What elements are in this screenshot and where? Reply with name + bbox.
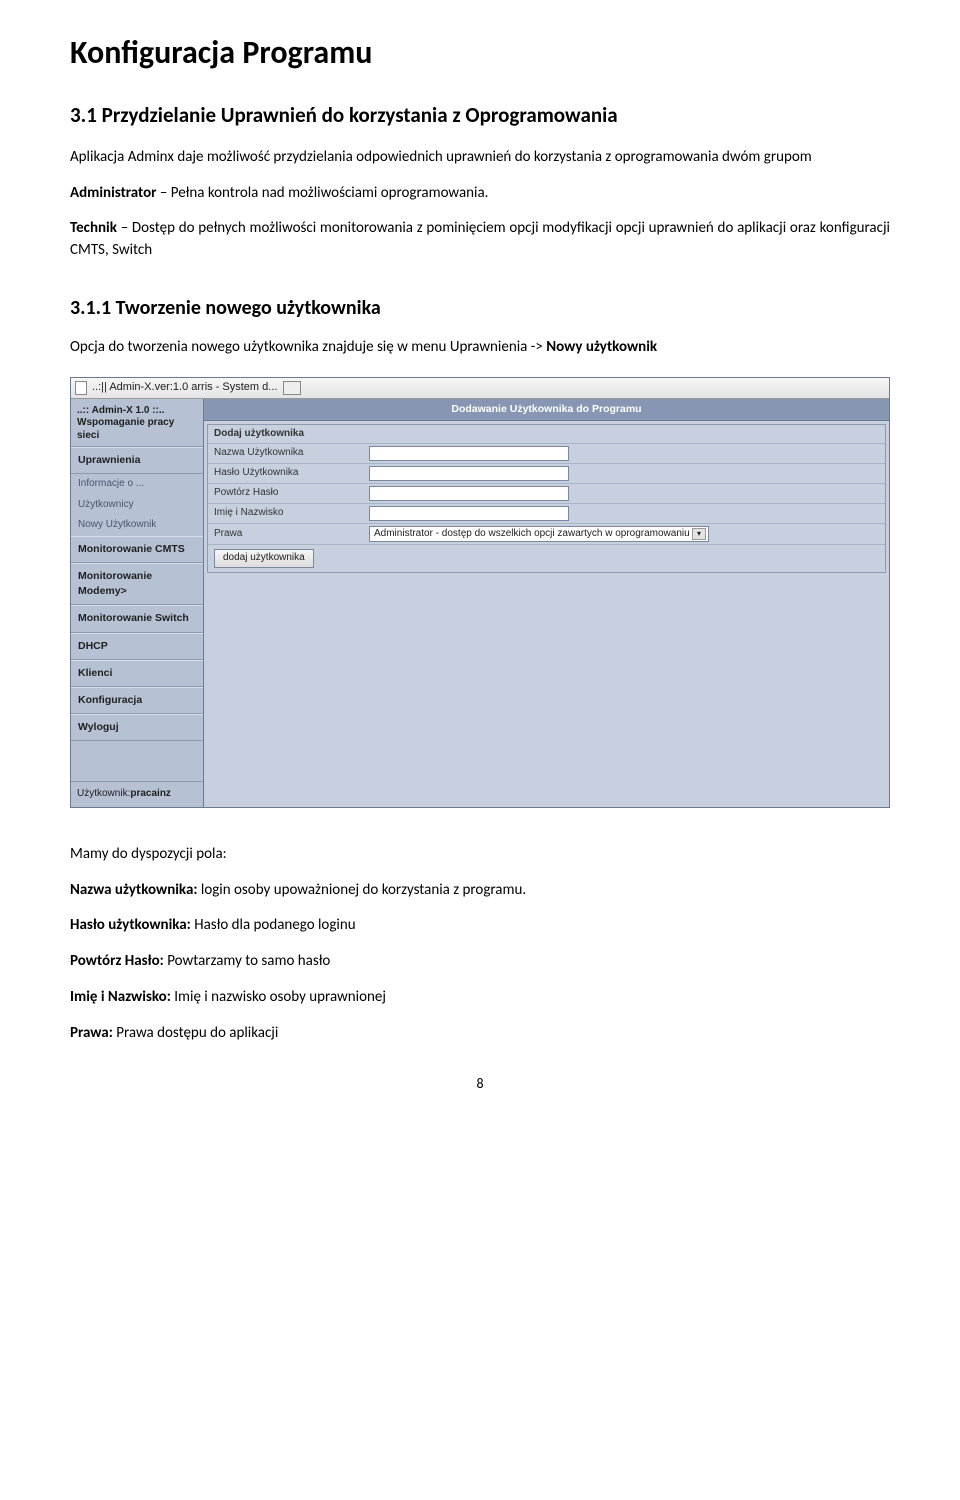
- field-desc: Powtórz Hasło: Powtarzamy to samo hasło: [70, 951, 890, 973]
- sidebar-subitem-uzytkownicy[interactable]: Użytkownicy: [71, 495, 203, 516]
- form-area: Dodaj użytkownika Nazwa Użytkownika Hasł…: [207, 424, 886, 573]
- field-text: Powtarzamy to samo hasło: [164, 952, 331, 970]
- add-user-button[interactable]: dodaj użytkownika: [214, 549, 314, 568]
- blank-area: [204, 576, 889, 716]
- field-name: Powtórz Hasło:: [70, 952, 164, 970]
- window-titlebar: ..:|| Admin-X.ver:1.0 arris - System d..…: [71, 378, 889, 399]
- paragraph: Technik – Dostęp do pełnych możliwości m…: [70, 218, 890, 262]
- term-administrator: Administrator: [70, 184, 157, 202]
- app-screenshot: ..:|| Admin-X.ver:1.0 arris - System d..…: [70, 377, 890, 808]
- field-desc: Imię i Nazwisko: Imię i nazwisko osoby u…: [70, 987, 890, 1009]
- label-nazwa: Nazwa Użytkownika: [214, 446, 369, 461]
- text: Opcja do tworzenia nowego użytkownika zn…: [70, 338, 546, 356]
- brand-block: ..:: Admin-X 1.0 ::.. Wspomaganie pracy …: [71, 399, 203, 448]
- input-imie[interactable]: [369, 506, 569, 521]
- brand-subtitle: Wspomaganie pracy sieci: [77, 417, 197, 442]
- chevron-down-icon[interactable]: ▾: [692, 528, 706, 540]
- input-powtorz[interactable]: [369, 486, 569, 501]
- section-heading: 3.1 Przydzielanie Uprawnień do korzystan…: [70, 100, 890, 130]
- field-desc: Nazwa użytkownika: login osoby upoważnio…: [70, 880, 890, 902]
- sidebar-item-klienci[interactable]: Klienci: [71, 660, 203, 687]
- form-header: Dodaj użytkownika: [214, 427, 369, 442]
- select-value: Administrator - dostęp do wszelkich opcj…: [374, 527, 692, 542]
- page-number: 8: [70, 1074, 890, 1094]
- sidebar-item-uprawnienia[interactable]: Uprawnienia: [71, 447, 203, 474]
- field-text: Imię i nazwisko osoby uprawnionej: [171, 988, 386, 1006]
- text: – Dostęp do pełnych możliwości monitorow…: [70, 219, 890, 259]
- main-panel: Dodawanie Użytkownika do Programu Dodaj …: [204, 399, 889, 807]
- sidebar: ..:: Admin-X 1.0 ::.. Wspomaganie pracy …: [71, 399, 204, 807]
- window-title: ..:|| Admin-X.ver:1.0 arris - System d..…: [92, 380, 277, 396]
- sidebar-item-modemy[interactable]: Monitorowanie Modemy>: [71, 563, 203, 605]
- subsection-heading: 3.1.1 Tworzenie nowego użytkownika: [70, 294, 890, 323]
- sidebar-footer: Użytkownik:pracainz: [71, 781, 203, 807]
- footer-label: Użytkownik:: [77, 788, 130, 799]
- text: – Pełna kontrola nad możliwościami oprog…: [157, 184, 489, 202]
- sidebar-item-wyloguj[interactable]: Wyloguj: [71, 714, 203, 741]
- field-text: Hasło dla podanego loginu: [191, 916, 356, 934]
- sidebar-subitem-nowy-uzytkownik[interactable]: Nowy Użytkownik: [71, 515, 203, 536]
- label-haslo: Hasło Użytkownika: [214, 466, 369, 481]
- sidebar-item-konfiguracja[interactable]: Konfiguracja: [71, 687, 203, 714]
- field-name: Prawa:: [70, 1024, 113, 1042]
- label-powtorz: Powtórz Hasło: [214, 486, 369, 501]
- input-haslo[interactable]: [369, 466, 569, 481]
- field-desc: Prawa: Prawa dostępu do aplikacji: [70, 1023, 890, 1045]
- sidebar-subitem-info[interactable]: Informacje o ...: [71, 474, 203, 495]
- field-desc: Hasło użytkownika: Hasło dla podanego lo…: [70, 915, 890, 937]
- footer-username: pracainz: [130, 788, 171, 799]
- paragraph: Opcja do tworzenia nowego użytkownika zn…: [70, 337, 890, 359]
- label-imie: Imię i Nazwisko: [214, 506, 369, 521]
- document-icon: [75, 381, 87, 395]
- menu-path-target: Nowy użytkownik: [546, 338, 657, 356]
- brand-title: ..:: Admin-X 1.0 ::..: [77, 405, 197, 418]
- paragraph: Administrator – Pełna kontrola nad możli…: [70, 183, 890, 205]
- field-text: login osoby upoważnionej do korzystania …: [198, 881, 527, 899]
- label-prawa: Prawa: [214, 527, 369, 542]
- sidebar-item-cmts[interactable]: Monitorowanie CMTS: [71, 536, 203, 563]
- field-name: Nazwa użytkownika:: [70, 881, 198, 899]
- paragraph: Mamy do dyspozycji pola:: [70, 844, 890, 866]
- page-title: Konfiguracja Programu: [70, 30, 890, 76]
- field-name: Hasło użytkownika:: [70, 916, 191, 934]
- field-text: Prawa dostępu do aplikacji: [113, 1024, 279, 1042]
- field-name: Imię i Nazwisko:: [70, 988, 171, 1006]
- paragraph: Aplikacja Adminx daje możliwość przydzie…: [70, 147, 890, 169]
- sidebar-item-dhcp[interactable]: DHCP: [71, 633, 203, 660]
- panel-title: Dodawanie Użytkownika do Programu: [204, 399, 889, 421]
- input-nazwa[interactable]: [369, 446, 569, 461]
- sidebar-spacer: [71, 741, 203, 781]
- term-technik: Technik: [70, 219, 117, 237]
- select-prawa[interactable]: Administrator - dostęp do wszelkich opcj…: [369, 526, 709, 542]
- window-control-icon: [283, 381, 301, 395]
- sidebar-item-switch[interactable]: Monitorowanie Switch: [71, 605, 203, 632]
